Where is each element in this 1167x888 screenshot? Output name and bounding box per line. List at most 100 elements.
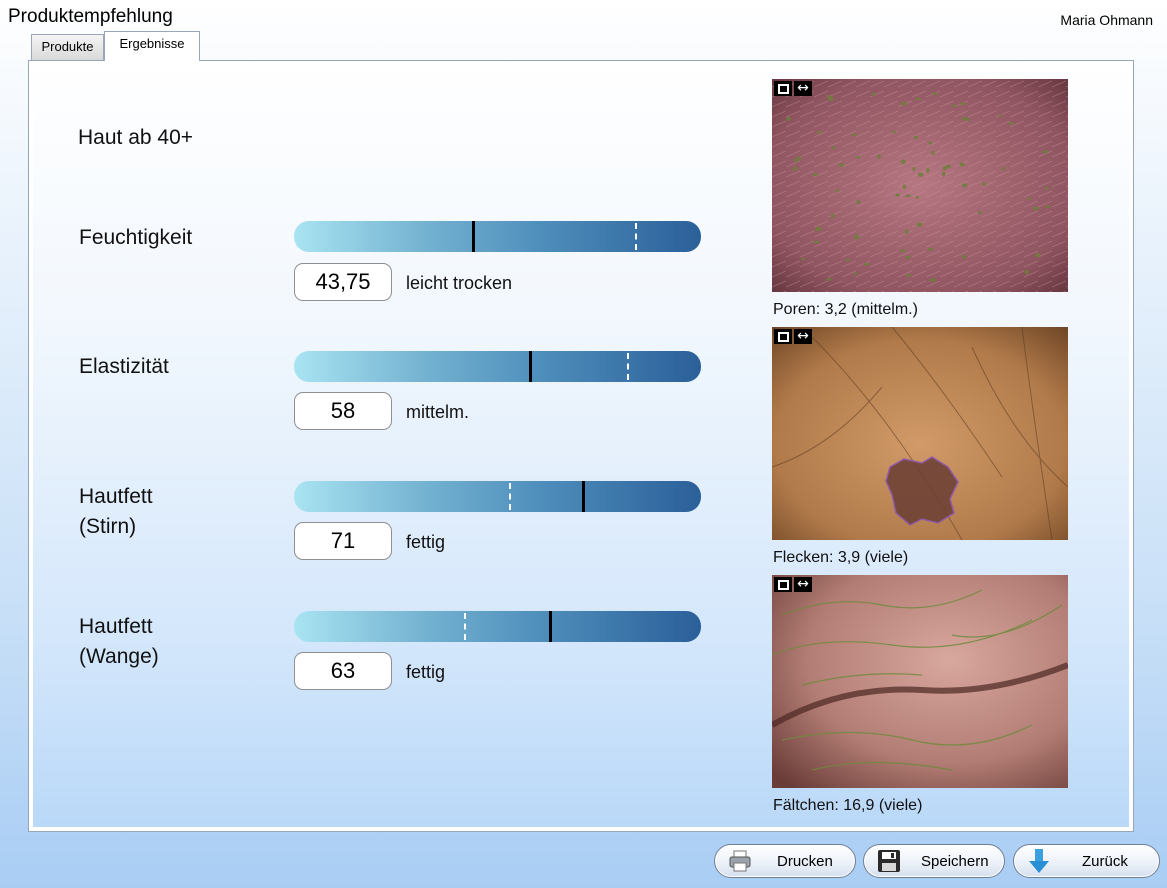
pore-dot	[856, 199, 860, 205]
metric-label-hautfett-stirn: Hautfett (Stirn)	[79, 485, 153, 538]
metric-bar-hautfett-stirn	[294, 481, 701, 512]
pore-dot	[801, 257, 805, 261]
back-button[interactable]: Zurück	[1013, 844, 1160, 878]
pore-dot	[900, 249, 906, 253]
pore-dot	[817, 130, 822, 134]
pore-dot	[916, 222, 922, 227]
pore-dot	[900, 101, 907, 106]
pore-dot	[786, 116, 792, 121]
skin-image-pores[interactable]: ↔	[772, 79, 1068, 292]
user-name: Maria Ohmann	[1060, 12, 1153, 28]
skin-image-wrinkles[interactable]: ↔	[772, 575, 1068, 788]
frame-icon[interactable]	[774, 81, 792, 96]
pore-dot	[1045, 186, 1049, 190]
pore-dot	[792, 166, 798, 171]
pore-dot	[1045, 205, 1050, 209]
pore-dot	[895, 193, 901, 197]
pore-dot	[816, 226, 822, 232]
pore-dot	[902, 184, 906, 189]
pore-dot	[931, 150, 935, 155]
pore-dot	[926, 168, 930, 173]
pore-dot	[812, 173, 819, 177]
pore-dot	[905, 194, 911, 198]
caption-wrinkles: Fältchen: 16,9 (viele)	[773, 797, 923, 814]
resize-arrows-icon[interactable]: ↔	[794, 329, 812, 344]
pore-dot	[1001, 167, 1006, 170]
down-arrow-icon	[1029, 849, 1049, 873]
pore-dot	[978, 210, 982, 214]
spots-image	[772, 327, 1068, 540]
pore-dot	[856, 155, 861, 159]
frame-icon[interactable]	[774, 577, 792, 592]
skin-type-label: Haut ab 40+	[78, 126, 194, 149]
reference-marker	[463, 613, 466, 640]
pore-dot	[794, 157, 799, 163]
floppy-disk-icon	[878, 850, 900, 872]
pore-dot	[835, 189, 840, 192]
pore-dot	[912, 166, 916, 172]
pores-image	[772, 79, 1068, 292]
pore-dot	[961, 183, 968, 188]
pore-dot	[871, 92, 875, 97]
print-button[interactable]: Drucken	[714, 844, 856, 878]
pore-dot	[852, 133, 858, 137]
pore-dot	[1035, 253, 1041, 258]
value-marker	[472, 221, 476, 252]
tab-produkte[interactable]: Produkte	[31, 34, 104, 60]
frame-icon[interactable]	[774, 329, 792, 344]
pore-dot	[952, 104, 957, 107]
pore-dot	[905, 255, 911, 260]
pore-dot	[959, 162, 965, 167]
pore-dot	[982, 182, 986, 186]
pore-dot	[942, 171, 946, 177]
pore-dot	[905, 273, 912, 278]
metric-value-elastizitaet: 58	[294, 392, 392, 430]
pore-dot	[1027, 197, 1031, 201]
wrinkles-image	[772, 575, 1068, 788]
pore-dot	[916, 97, 921, 101]
pore-dot	[1009, 121, 1014, 126]
resize-arrows-icon[interactable]: ↔	[794, 577, 812, 592]
pore-dot	[813, 240, 820, 244]
window-title: Produktempfehlung	[8, 6, 173, 27]
pore-dot	[1043, 149, 1048, 154]
pore-dot	[998, 114, 1002, 117]
tab-ergebnisse[interactable]: Ergebnisse	[104, 31, 200, 61]
pore-dot	[915, 195, 920, 199]
pore-dot	[877, 154, 881, 159]
printer-icon	[729, 850, 751, 872]
pore-dot	[854, 272, 858, 276]
pore-dot	[838, 162, 844, 168]
metric-rating-hautfett-stirn: fettig	[406, 532, 446, 552]
back-button-label: Zurück	[1082, 853, 1128, 870]
save-button-label: Speichern	[921, 853, 989, 870]
pore-dot	[797, 156, 802, 160]
resize-arrows-icon[interactable]: ↔	[794, 81, 812, 96]
metric-label-elastizitaet: Elastizität	[79, 355, 169, 378]
value-marker	[581, 481, 585, 512]
metric-label-feuchtigkeit: Feuchtigkeit	[79, 226, 193, 249]
pore-dot	[929, 277, 935, 283]
reference-marker	[634, 223, 637, 250]
pore-dot	[917, 172, 924, 177]
caption-pores: Poren: 3,2 (mittelm.)	[773, 301, 918, 318]
metric-rating-elastizitaet: mittelm.	[406, 402, 469, 422]
pore-dot	[928, 141, 933, 145]
pore-dot	[863, 262, 869, 266]
metric-bar-elastizitaet	[294, 351, 701, 382]
save-button[interactable]: Speichern	[863, 844, 1005, 878]
caption-spots: Flecken: 3,9 (viele)	[773, 549, 909, 566]
pore-dot	[901, 159, 906, 165]
pore-dot	[927, 247, 933, 251]
pore-dot	[961, 117, 967, 121]
reference-marker	[508, 483, 511, 510]
pore-dot	[904, 229, 909, 234]
skin-image-spots[interactable]: ↔	[772, 327, 1068, 540]
pore-dot	[913, 135, 918, 140]
metric-value-hautfett-stirn: 71	[294, 522, 392, 560]
pore-dot	[962, 254, 966, 259]
pore-dot	[891, 130, 896, 134]
pore-dot	[831, 213, 835, 218]
metric-value-feuchtigkeit: 43,75	[294, 263, 392, 301]
pore-dot	[845, 258, 851, 262]
